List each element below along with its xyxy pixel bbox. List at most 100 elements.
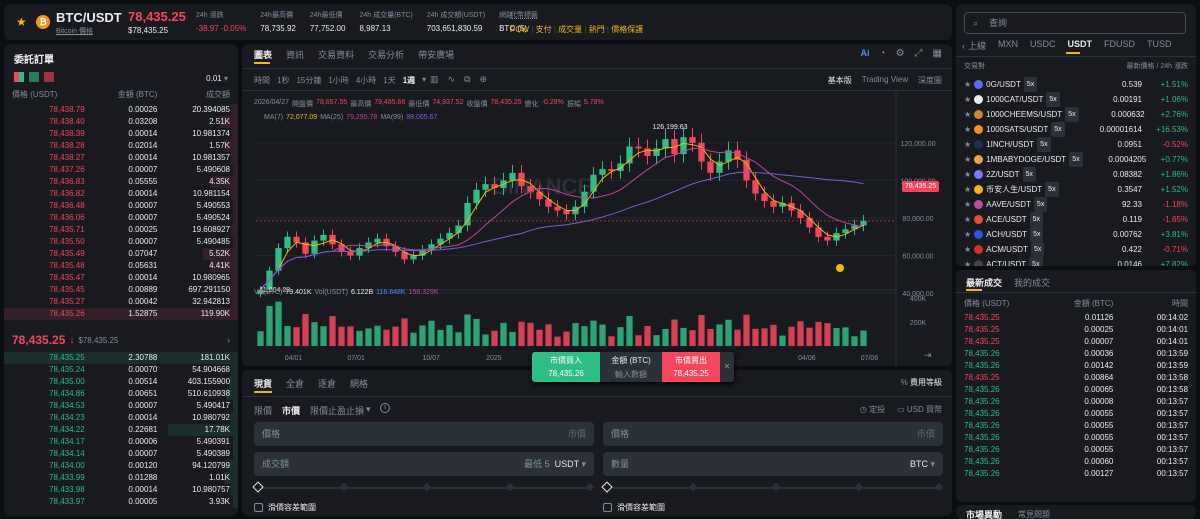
- col-price-change[interactable]: 最新價格 / 24h 漲跌: [1127, 61, 1188, 71]
- market-row[interactable]: ★ AAVE/USDT 5x 92.33 -1.18%: [956, 197, 1196, 212]
- close-icon[interactable]: ✕: [720, 352, 734, 382]
- star-icon[interactable]: ★: [16, 15, 27, 29]
- market-row[interactable]: ★ ACM/USDT 5x 0.422 -0.71%: [956, 242, 1196, 257]
- book-ask-icon[interactable]: [44, 72, 54, 82]
- book-both-icon[interactable]: [14, 72, 24, 82]
- order-type-option[interactable]: 限價止盈止損: [310, 404, 364, 417]
- orderbook-row[interactable]: 78,434.17 0.00006 5.490391: [4, 436, 238, 448]
- last-price-row[interactable]: 78,435.25 ↓ $78,435.25 ›: [4, 332, 238, 348]
- orderbook-row[interactable]: 78,435.45 0.00889 697.291150: [4, 284, 238, 296]
- star-icon[interactable]: ★: [964, 77, 971, 92]
- star-icon[interactable]: ★: [964, 257, 971, 266]
- usd-buy-link[interactable]: ▭ USD 買幣: [897, 404, 942, 415]
- orderbook-row[interactable]: 78,434.14 0.00007 5.490389: [4, 448, 238, 460]
- orderbook-row[interactable]: 78,434.23 0.00014 10.980792: [4, 412, 238, 424]
- book-bid-icon[interactable]: [29, 72, 39, 82]
- orderbook-row[interactable]: 78,437.26 0.00007 5.490608: [4, 164, 238, 176]
- orderbook-row[interactable]: 78,435.49 0.07047 5.52K: [4, 248, 238, 260]
- orderbook-row[interactable]: 78,438.79 0.00026 20.394085: [4, 104, 238, 116]
- fee-level-link[interactable]: % 費用等級: [901, 377, 942, 388]
- orderbook-row[interactable]: 78,434.00 0.00120 94.120799: [4, 460, 238, 472]
- alert-marker-icon[interactable]: [836, 264, 844, 272]
- orderbook-row[interactable]: 78,435.48 0.05631 4.41K: [4, 260, 238, 272]
- orderbook-row[interactable]: 78,435.27 0.00042 32.942813: [4, 296, 238, 308]
- star-icon[interactable]: ★: [964, 137, 971, 152]
- market-search-input[interactable]: ⌕ 查詢: [964, 12, 1186, 34]
- price-chart[interactable]: BINANCE 120,000.00100,000.0080,000.0060,…: [242, 44, 952, 366]
- trade-tab[interactable]: 逐倉: [318, 377, 336, 390]
- star-icon[interactable]: ★: [964, 152, 971, 167]
- star-icon[interactable]: ★: [964, 107, 971, 122]
- market-row[interactable]: ★ ACT/USDT 5x 0.0146 +7.82%: [956, 257, 1196, 266]
- market-row[interactable]: ★ ACE/USDT 5x 0.119 -1.65%: [956, 212, 1196, 227]
- orderbook-row[interactable]: 78,435.25 2.30788 181.01K: [4, 352, 238, 364]
- orderbook-row[interactable]: 78,438.40 0.03208 2.51K: [4, 116, 238, 128]
- token-tag[interactable]: 成交量: [558, 25, 582, 34]
- orderbook-row[interactable]: 78,433.97 0.00005 3.93K: [4, 496, 238, 508]
- orderbook-row[interactable]: 78,436.48 0.00007 5.490553: [4, 200, 238, 212]
- market-row[interactable]: ★ 币安人生/USDT 5x 0.3547 +1.52%: [956, 182, 1196, 197]
- token-tag[interactable]: 支付: [536, 25, 552, 34]
- token-tag[interactable]: 熱門: [589, 25, 605, 34]
- market-row[interactable]: ★ ACH/USDT 5x 0.00762 +3.81%: [956, 227, 1196, 242]
- market-row[interactable]: ★ 1000CAT/USDT 5x 0.00191 +1.06%: [956, 92, 1196, 107]
- token-tag[interactable]: 價格保護: [611, 25, 643, 34]
- orderbook-row[interactable]: 78,436.06 0.00007 5.490524: [4, 212, 238, 224]
- trades-tab[interactable]: 最新成交: [966, 276, 1002, 289]
- info-icon[interactable]: i: [380, 403, 390, 413]
- star-icon[interactable]: ★: [964, 167, 971, 182]
- chevron-left-icon[interactable]: ‹: [962, 41, 965, 51]
- order-type-option[interactable]: 限價: [254, 404, 272, 417]
- trade-tab[interactable]: 現貨: [254, 377, 272, 390]
- market-row[interactable]: ★ 0G/USDT 5x 0.539 +1.51%: [956, 77, 1196, 92]
- market-row[interactable]: ★ 1MBABYDOGE/USDT 5x 0.0004205 +0.77%: [956, 152, 1196, 167]
- buy-price-field[interactable]: 價格 市價: [254, 422, 594, 446]
- orderbook-row[interactable]: 78,436.83 0.05555 4.35K: [4, 176, 238, 188]
- orderbook-row[interactable]: 78,435.26 1.52875 119.90K: [4, 308, 238, 320]
- orderbook-row[interactable]: 78,435.47 0.00014 10.980965: [4, 272, 238, 284]
- buy-amount-field[interactable]: 成交額 最低 5 USDT ▾: [254, 452, 594, 476]
- orderbook-row[interactable]: 78,433.98 0.00014 10.980757: [4, 484, 238, 496]
- tick-size-select[interactable]: 0.01 ▾: [206, 74, 228, 83]
- orderbook-row[interactable]: 78,435.24 0.00070 54.904668: [4, 364, 238, 376]
- sell-slippage-toggle[interactable]: 滑價容差範圍: [603, 502, 665, 513]
- market-row[interactable]: ★ 2Z/USDT 5x 0.08382 +1.86%: [956, 167, 1196, 182]
- trades-tab[interactable]: 我的成交: [1014, 276, 1050, 289]
- trade-tab[interactable]: 網格: [350, 377, 368, 390]
- orderbook-row[interactable]: 78,435.71 0.00025 19.608927: [4, 224, 238, 236]
- orderbook-row[interactable]: 78,434.53 0.00007 5.490417: [4, 400, 238, 412]
- auto-invest-link[interactable]: ◷ 定投: [860, 404, 885, 415]
- star-icon[interactable]: ★: [964, 182, 971, 197]
- star-icon[interactable]: ★: [964, 92, 971, 107]
- trade-tab[interactable]: 全倉: [286, 377, 304, 390]
- market-buy-button[interactable]: 市價買入 78,435.26: [532, 352, 600, 382]
- star-icon[interactable]: ★: [964, 242, 971, 257]
- star-icon[interactable]: ★: [964, 122, 971, 137]
- scroll-end-icon[interactable]: ⇥: [924, 350, 932, 361]
- market-tab[interactable]: 上線: [968, 39, 986, 52]
- orderbook-row[interactable]: 78,438.28 0.02014 1.57K: [4, 140, 238, 152]
- buy-slider[interactable]: [252, 481, 595, 493]
- quick-amount-input[interactable]: 金額 (BTC) 輸入數額: [600, 352, 662, 382]
- market-sell-button[interactable]: 市價賣出 78,435.25: [662, 352, 720, 382]
- chevron-down-icon[interactable]: ▾: [581, 459, 586, 469]
- orderbook-row[interactable]: 78,438.39 0.00014 10.981374: [4, 128, 238, 140]
- orderbook-row[interactable]: 78,435.00 0.00514 403.155900: [4, 376, 238, 388]
- star-icon[interactable]: ★: [964, 197, 971, 212]
- orderbook-row[interactable]: 78,433.99 0.01288 1.01K: [4, 472, 238, 484]
- orderbook-row[interactable]: 78,438.27 0.00014 10.981357: [4, 152, 238, 164]
- token-tag[interactable]: POW: [510, 25, 529, 34]
- order-type-option[interactable]: 市價: [282, 404, 300, 417]
- chevron-down-icon[interactable]: ▾: [930, 459, 935, 469]
- movers-faq-link[interactable]: 常見問題: [1018, 509, 1050, 519]
- sell-qty-field[interactable]: 數量 BTC ▾: [603, 452, 943, 476]
- orderbook-row[interactable]: 78,435.50 0.00007 5.490485: [4, 236, 238, 248]
- market-tab[interactable]: MXN: [998, 39, 1018, 52]
- market-row[interactable]: ★ 1000SATS/USDT 5x 0.00001614 +16.53%: [956, 122, 1196, 137]
- buy-slippage-toggle[interactable]: 滑價容差範圍: [254, 502, 316, 513]
- sell-slider-handle[interactable]: [601, 481, 613, 493]
- market-tab[interactable]: USDT: [1068, 39, 1093, 52]
- chevron-down-icon[interactable]: ▾: [366, 404, 371, 417]
- orderbook-row[interactable]: 78,434.22 0.22681 17.78K: [4, 424, 238, 436]
- col-pair[interactable]: 交易對: [964, 61, 985, 71]
